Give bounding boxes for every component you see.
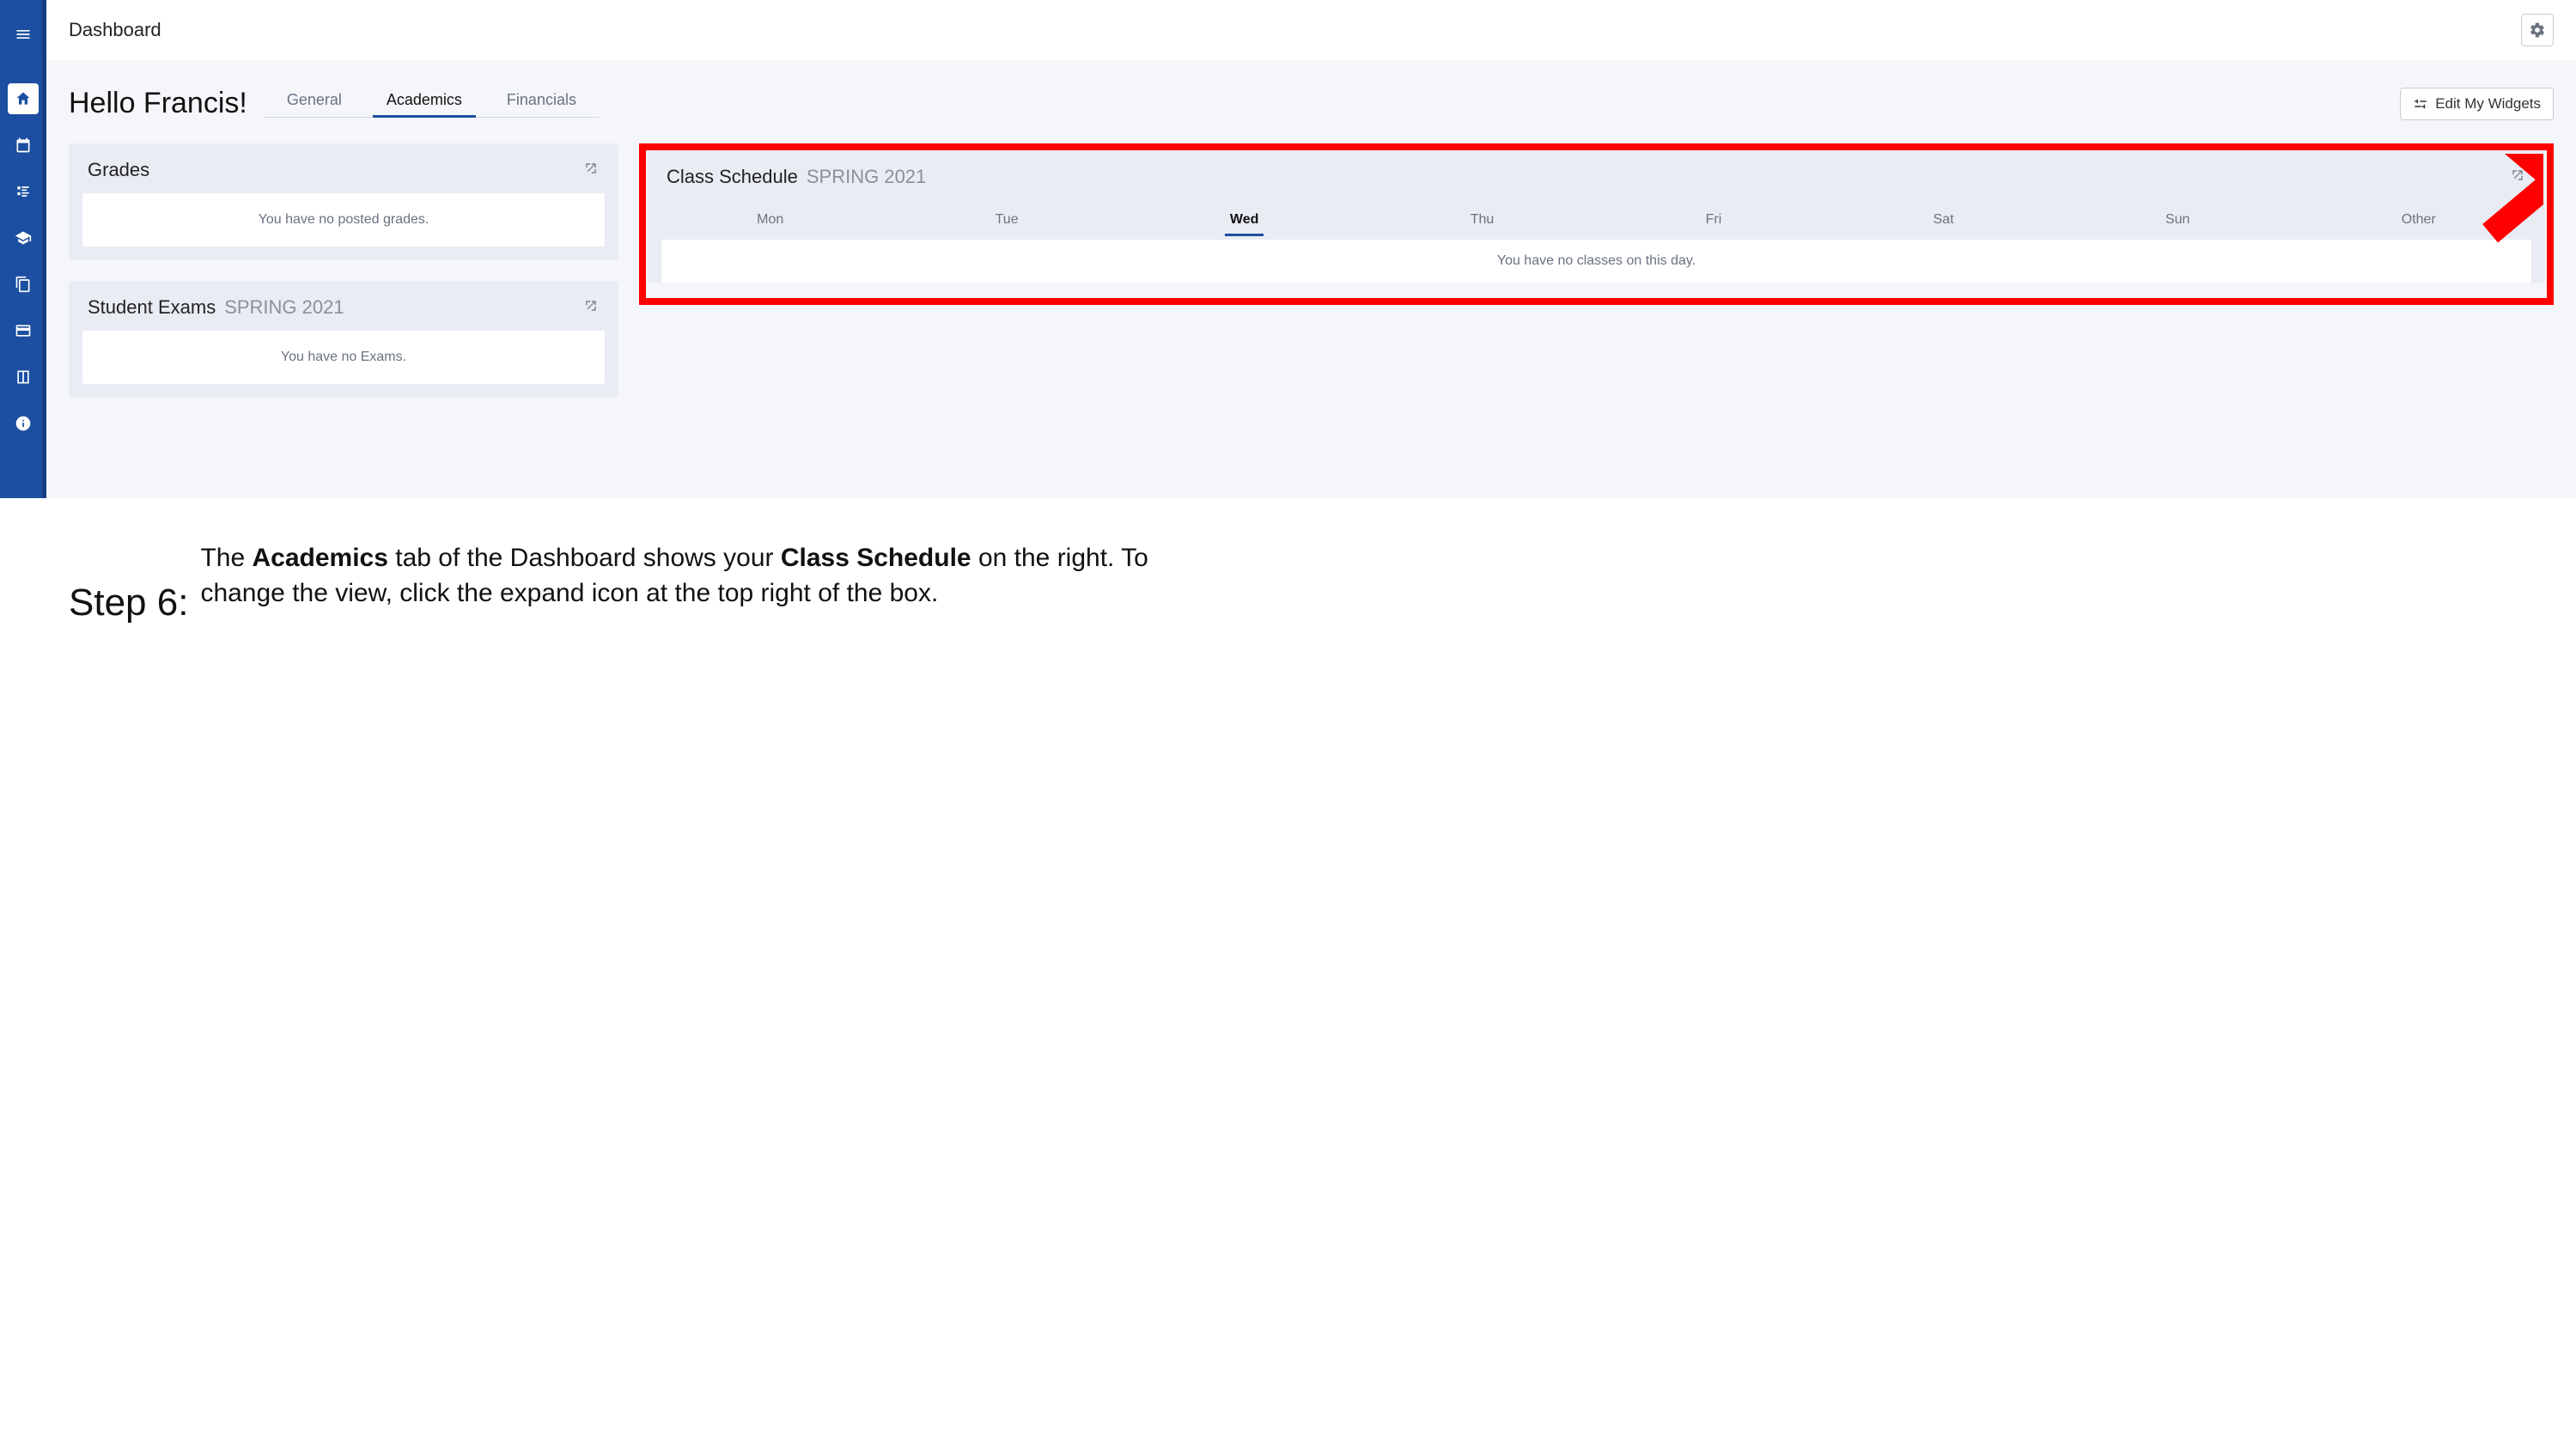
day-tab-fri[interactable]: Fri (1697, 205, 1731, 240)
day-tab-other[interactable]: Other (2393, 205, 2445, 240)
exams-term: SPRING 2021 (224, 296, 344, 319)
sliders-icon (2413, 96, 2428, 112)
grades-empty-text: You have no posted grades. (82, 193, 605, 247)
edit-widgets-button[interactable]: Edit My Widgets (2400, 88, 2554, 120)
day-tab-tue[interactable]: Tue (987, 205, 1027, 240)
exams-widget-header: Student Exams SPRING 2021 (69, 281, 618, 331)
menu-toggle-button[interactable] (8, 19, 39, 50)
top-bar: Dashboard (46, 0, 2576, 60)
schedule-title-main: Class Schedule (667, 166, 798, 188)
expand-icon (2509, 167, 2526, 184)
right-column: Class Schedule SPRING 2021 Mon Tue (639, 143, 2554, 305)
sidebar-item-calendar[interactable] (8, 130, 39, 161)
exams-title-main: Student Exams (88, 296, 216, 319)
day-tab-thu[interactable]: Thu (1462, 205, 1503, 240)
calendar-icon (15, 137, 32, 154)
sidebar-item-info[interactable] (8, 408, 39, 439)
dashboard-content: Hello Francis! General Academics Financi… (46, 60, 2576, 498)
step-label: Step 6: (69, 541, 188, 622)
grades-widget-header: Grades (69, 143, 618, 193)
exams-empty-text: You have no Exams. (82, 331, 605, 384)
gear-icon (2529, 21, 2546, 39)
credit-card-icon (15, 322, 32, 339)
hamburger-icon (15, 26, 32, 43)
sidebar-nav (0, 0, 46, 498)
sidebar-item-list[interactable] (8, 176, 39, 207)
tab-financials[interactable]: Financials (484, 84, 599, 123)
day-tab-sat[interactable]: Sat (1925, 205, 1963, 240)
schedule-empty-text: You have no classes on this day. (661, 240, 2531, 283)
list-icon (15, 183, 32, 200)
schedule-title: Class Schedule SPRING 2021 (667, 166, 926, 188)
exams-expand-button[interactable] (582, 297, 600, 319)
header-row: Hello Francis! General Academics Financi… (46, 76, 2576, 143)
exams-widget: Student Exams SPRING 2021 You have no Ex… (69, 281, 618, 398)
schedule-day-tabs: Mon Tue Wed Thu Fri Sat Sun Other (648, 200, 2545, 240)
schedule-expand-button[interactable] (2509, 167, 2526, 188)
copy-icon (15, 276, 32, 293)
page-title: Dashboard (69, 19, 161, 41)
book-icon (15, 368, 32, 386)
sidebar-item-home[interactable] (8, 83, 39, 114)
grades-expand-button[interactable] (582, 160, 600, 181)
exams-title: Student Exams SPRING 2021 (88, 296, 344, 319)
instruction-block: Step 6: The Academics tab of the Dashboa… (0, 498, 1237, 673)
left-column: Grades You have no posted grades. Studen… (69, 143, 618, 398)
day-tab-sun[interactable]: Sun (2157, 205, 2198, 240)
edit-widgets-label: Edit My Widgets (2435, 95, 2541, 113)
instruction-text: The Academics tab of the Dashboard shows… (200, 541, 1185, 611)
sidebar-item-files[interactable] (8, 269, 39, 300)
schedule-widget: Class Schedule SPRING 2021 Mon Tue (648, 150, 2545, 283)
info-icon (15, 415, 32, 432)
expand-icon (582, 297, 600, 314)
expand-icon (582, 160, 600, 177)
sidebar-item-book[interactable] (8, 362, 39, 393)
dashboard-tabs: General Academics Financials (265, 84, 599, 123)
day-tab-mon[interactable]: Mon (748, 205, 792, 240)
sidebar-item-academics[interactable] (8, 222, 39, 253)
settings-button[interactable] (2521, 14, 2554, 46)
main-area: Dashboard Hello Francis! General Academi… (46, 0, 2576, 498)
grades-title: Grades (88, 159, 149, 181)
schedule-widget-header: Class Schedule SPRING 2021 (648, 150, 2545, 200)
tab-academics[interactable]: Academics (364, 84, 484, 123)
schedule-term: SPRING 2021 (807, 166, 926, 188)
widgets-row: Grades You have no posted grades. Studen… (46, 143, 2576, 398)
grades-widget: Grades You have no posted grades. (69, 143, 618, 260)
graduation-cap-icon (15, 229, 32, 247)
app-shell: Dashboard Hello Francis! General Academi… (0, 0, 2576, 498)
day-tab-wed[interactable]: Wed (1221, 205, 1267, 240)
home-icon (15, 90, 32, 107)
greeting-text: Hello Francis! (69, 87, 247, 120)
tab-general[interactable]: General (265, 84, 364, 123)
sidebar-item-payments[interactable] (8, 315, 39, 346)
